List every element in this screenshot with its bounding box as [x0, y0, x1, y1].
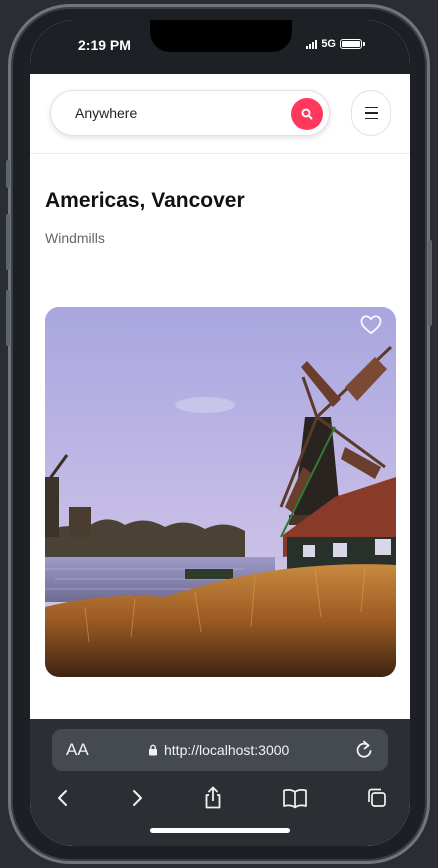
listing-title: Americas, Vancover — [45, 189, 245, 212]
volume-up-button — [6, 214, 10, 270]
network-label: 5G — [321, 38, 336, 50]
app-header: Anywhere — [30, 74, 410, 154]
hamburger-menu-icon — [364, 106, 378, 120]
browser-nav-row — [30, 783, 410, 813]
power-button — [428, 240, 432, 326]
battery-icon — [340, 39, 365, 49]
status-bar: 2:19 PM 5G — [30, 20, 410, 74]
search-button[interactable] — [291, 98, 323, 130]
status-time: 2:19 PM — [78, 37, 131, 53]
search-icon — [301, 108, 313, 120]
bookmarks-icon — [283, 789, 307, 809]
search-label: Anywhere — [75, 105, 138, 121]
share-button[interactable] — [198, 783, 228, 813]
windmills-photo — [45, 307, 396, 677]
notch — [150, 20, 292, 52]
signal-icon — [306, 39, 318, 49]
volume-down-button — [6, 290, 10, 346]
tabs-button[interactable] — [362, 783, 392, 813]
menu-button[interactable] — [351, 90, 391, 136]
favorite-button[interactable] — [360, 315, 382, 340]
forward-button[interactable] — [122, 783, 152, 813]
listing-subtitle: Windmills — [45, 230, 105, 246]
mute-switch — [6, 160, 10, 188]
bookmarks-button[interactable] — [280, 783, 310, 813]
heart-icon — [360, 315, 382, 335]
lock-icon — [149, 744, 157, 756]
forward-icon — [133, 790, 142, 806]
phone-screen: 2:19 PM 5G Anywhere Americas, Vancover W… — [30, 20, 410, 846]
status-indicators: 5G — [306, 38, 365, 50]
reload-icon — [356, 740, 372, 758]
address-bar[interactable]: AA http://localhost:3000 — [52, 729, 388, 771]
listing-photo[interactable] — [45, 307, 396, 677]
url-display[interactable]: http://localhost:3000 — [148, 742, 289, 758]
back-button[interactable] — [48, 783, 78, 813]
search-bar[interactable]: Anywhere — [50, 90, 330, 136]
share-icon — [205, 786, 221, 809]
browser-toolbar: AA http://localhost:3000 — [30, 719, 410, 846]
text-size-button[interactable]: AA — [66, 740, 89, 760]
back-icon — [58, 790, 67, 806]
tabs-icon — [368, 788, 386, 807]
url-text: http://localhost:3000 — [164, 742, 290, 758]
reload-button[interactable] — [354, 739, 374, 766]
home-indicator[interactable] — [150, 828, 290, 833]
